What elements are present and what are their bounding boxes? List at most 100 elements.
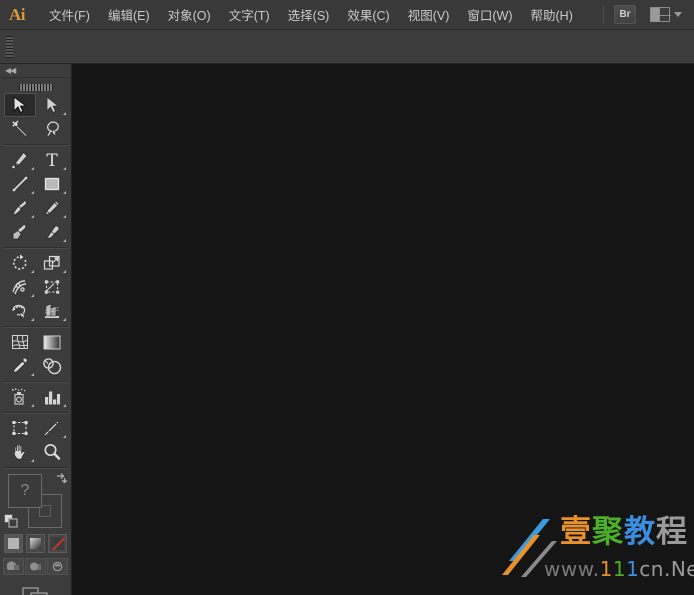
watermark-url-part-2: 1 (599, 557, 613, 581)
rotate-tool[interactable] (4, 251, 36, 275)
menu-window[interactable]: 窗口(W) (458, 4, 521, 26)
menu-select[interactable]: 选择(S) (279, 4, 339, 26)
menu-type[interactable]: 文字(T) (220, 4, 279, 26)
hidden-tools-triangle-icon (31, 167, 34, 170)
menu-effect[interactable]: 效果(C) (338, 4, 398, 26)
line-segment-tool[interactable] (4, 172, 36, 196)
hand-tool[interactable] (4, 440, 36, 464)
hidden-tools-triangle-icon (31, 215, 34, 218)
collapse-panel-icon[interactable]: ◀◀ (5, 66, 16, 75)
change-screen-mode-button[interactable] (21, 585, 51, 595)
fill-stroke-controls: ? (0, 472, 72, 530)
hidden-tools-triangle-icon (63, 167, 66, 170)
hidden-tools-triangle-icon (63, 215, 66, 218)
tool-group-transform (0, 251, 72, 323)
zoom-tool[interactable] (36, 440, 68, 464)
default-fill-stroke-icon[interactable] (4, 514, 18, 528)
tool-group-selection (0, 93, 72, 141)
watermark-url-part-1: www. (544, 557, 600, 581)
menu-items: 文件(F) 编辑(E) 对象(O) 文字(T) 选择(S) 效果(C) 视图(V… (40, 0, 582, 30)
menu-object[interactable]: 对象(O) (159, 4, 220, 26)
mesh-tool[interactable] (4, 330, 36, 354)
tool-group-paint (0, 330, 72, 378)
watermark-url-part-3: 1 (612, 557, 627, 581)
menu-bar: Ai 文件(F) 编辑(E) 对象(O) 文字(T) 选择(S) 效果(C) 视… (0, 0, 694, 30)
menu-divider (603, 5, 604, 24)
tool-divider (3, 412, 68, 413)
control-bar (0, 30, 694, 64)
workspace-switcher-icon[interactable] (650, 7, 671, 22)
tool-divider (3, 326, 68, 327)
gradient-icon (30, 538, 41, 549)
watermark-url-part-5: cn.Net (639, 557, 694, 581)
menu-help[interactable]: 帮助(H) (522, 4, 582, 26)
chevron-down-icon[interactable] (674, 12, 682, 17)
blend-tool[interactable] (36, 354, 68, 378)
rectangle-tool[interactable] (36, 172, 68, 196)
svg-text:T: T (46, 151, 58, 169)
eraser-tool[interactable] (36, 220, 68, 244)
tool-divider (3, 247, 68, 248)
symbol-sprayer-tool[interactable] (4, 385, 36, 409)
magic-wand-tool[interactable] (4, 117, 36, 141)
swap-fill-stroke-icon[interactable] (55, 472, 67, 484)
hidden-tools-triangle-icon (31, 191, 34, 194)
menu-edit[interactable]: 编辑(E) (99, 4, 159, 26)
tool-group-navigation (0, 416, 72, 464)
fill-swatch[interactable]: ? (8, 474, 42, 508)
drag-grip-handle[interactable] (6, 35, 13, 58)
draw-mode-buttons (0, 558, 71, 575)
menu-view[interactable]: 视图(V) (399, 4, 459, 26)
width-tool[interactable] (4, 275, 36, 299)
hidden-tools-triangle-icon (31, 270, 34, 273)
illustrator-window: Ai 文件(F) 编辑(E) 对象(O) 文字(T) 选择(S) 效果(C) 视… (0, 0, 694, 595)
workspace-switcher[interactable] (650, 7, 682, 22)
tool-divider (3, 467, 68, 468)
hidden-tools-triangle-icon (31, 404, 34, 407)
hidden-tools-triangle-icon (63, 404, 66, 407)
bridge-button[interactable]: Br (614, 5, 636, 24)
watermark-char-3: 教 (624, 514, 656, 550)
draw-inside-button[interactable] (47, 558, 68, 575)
shape-builder-tool[interactable] (4, 299, 36, 323)
perspective-grid-tool[interactable] (36, 299, 68, 323)
hidden-tools-triangle-icon (31, 373, 34, 376)
color-mode-button[interactable] (4, 534, 23, 553)
screen-mode-row (0, 585, 71, 595)
draw-behind-button[interactable] (25, 558, 46, 575)
artboard-tool[interactable] (4, 416, 36, 440)
selection-tool[interactable] (4, 93, 36, 117)
hidden-tools-triangle-icon (63, 191, 66, 194)
gradient-tool[interactable] (36, 330, 68, 354)
none-slash-icon (51, 537, 64, 550)
hidden-tools-triangle-icon (63, 112, 66, 115)
draw-normal-button[interactable] (3, 558, 24, 575)
none-mode-button[interactable] (48, 534, 67, 553)
column-graph-tool[interactable] (36, 385, 68, 409)
color-mode-buttons (0, 534, 71, 553)
tools-panel-header[interactable]: ◀◀ (0, 64, 71, 78)
watermark: 壹聚教程 www.111cn.Net (498, 511, 694, 589)
slice-tool[interactable] (36, 416, 68, 440)
solid-color-icon (8, 538, 19, 549)
scale-tool[interactable] (36, 251, 68, 275)
paintbrush-tool[interactable] (4, 196, 36, 220)
pen-tool[interactable] (4, 148, 36, 172)
gradient-mode-button[interactable] (26, 534, 45, 553)
pencil-tool[interactable] (36, 196, 68, 220)
blob-brush-tool[interactable] (4, 220, 36, 244)
tool-group-symbol-graph (0, 385, 72, 409)
eyedropper-tool[interactable] (4, 354, 36, 378)
free-transform-tool[interactable] (36, 275, 68, 299)
grip-dots-bar (18, 83, 53, 91)
lasso-tool[interactable] (36, 117, 68, 141)
type-tool[interactable]: T (36, 148, 68, 172)
document-canvas[interactable]: 壹聚教程 www.111cn.Net (72, 64, 694, 595)
panel-grip-dots[interactable] (0, 81, 71, 93)
direct-selection-tool[interactable] (36, 93, 68, 117)
menu-file[interactable]: 文件(F) (40, 4, 99, 26)
hidden-tools-triangle-icon (63, 270, 66, 273)
tool-divider (3, 144, 68, 145)
hidden-tools-triangle-icon (31, 294, 34, 297)
tools-panel: ◀◀ T ? (0, 64, 72, 595)
